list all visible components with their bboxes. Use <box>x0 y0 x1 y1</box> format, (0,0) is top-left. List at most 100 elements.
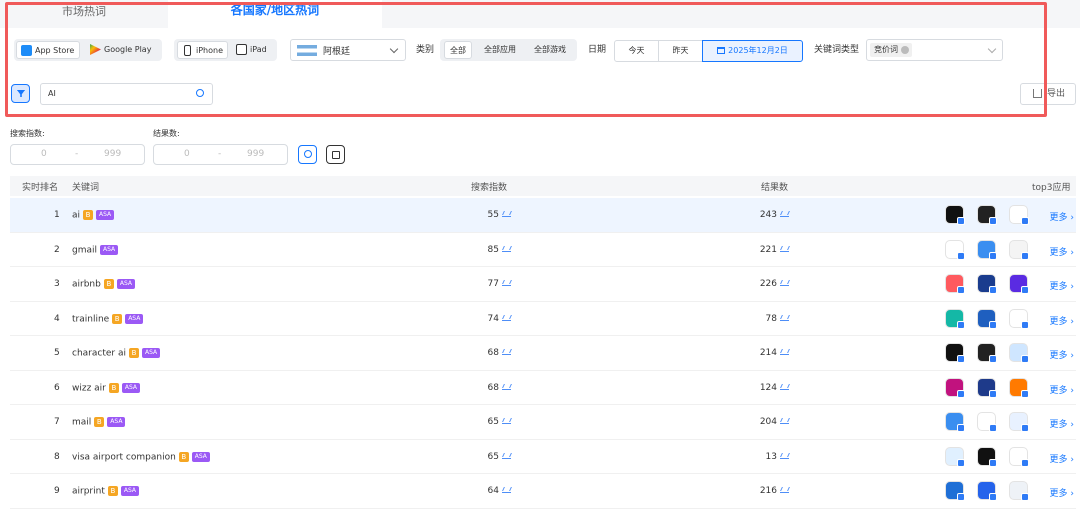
category-all-games-button[interactable]: 全部游戏 <box>528 41 572 59</box>
table-row[interactable]: 2 gmail ASA 85 221 更多 › <box>10 233 1076 267</box>
results-range[interactable]: 0 - 999 <box>153 144 288 165</box>
app-icon[interactable] <box>977 239 997 260</box>
tab-market-hotwords[interactable]: 市场热词 <box>0 0 168 28</box>
app-icon[interactable] <box>1009 412 1029 432</box>
more-link[interactable]: 更多 › <box>1050 486 1074 499</box>
iphone-button[interactable]: iPhone <box>177 41 228 59</box>
more-link[interactable]: 更多 › <box>1050 210 1074 223</box>
trend-chart-icon[interactable] <box>502 279 511 286</box>
keyword-cell[interactable]: airbnb B ASA <box>72 279 135 290</box>
more-link[interactable]: 更多 › <box>1050 314 1074 327</box>
yesterday-button[interactable]: 昨天 <box>658 40 703 62</box>
filter-toggle-button[interactable] <box>11 84 30 103</box>
trend-chart-icon[interactable] <box>502 486 511 493</box>
category-all-apps-button[interactable]: 全部应用 <box>478 41 522 59</box>
google-play-button[interactable]: Google Play <box>86 41 160 59</box>
app-icon[interactable] <box>1009 446 1029 467</box>
search-index-range[interactable]: 0 - 999 <box>10 144 145 165</box>
app-icon[interactable] <box>977 274 997 294</box>
country-select[interactable]: 阿根廷 <box>290 39 406 61</box>
keyword-cell[interactable]: gmail ASA <box>72 244 119 255</box>
app-store-badge-icon <box>1021 493 1029 501</box>
app-icon[interactable] <box>945 274 965 294</box>
app-icon[interactable] <box>977 412 997 432</box>
app-icon[interactable] <box>945 239 965 260</box>
trend-chart-icon[interactable] <box>780 383 789 390</box>
trend-chart-icon[interactable] <box>502 383 511 390</box>
keyword-cell[interactable]: trainline B ASA <box>72 313 144 324</box>
app-icon[interactable] <box>945 377 965 398</box>
app-icon[interactable] <box>977 481 997 501</box>
range-dash: - <box>75 149 79 159</box>
trend-chart-icon[interactable] <box>780 417 789 424</box>
export-button[interactable]: 导出 <box>1020 83 1076 105</box>
table-row[interactable]: 6 wizz air B ASA 68 124 更多 › <box>10 371 1076 405</box>
table-row[interactable]: 9 airprint B ASA 64 216 更多 › <box>10 474 1076 509</box>
more-link[interactable]: 更多 › <box>1050 279 1074 292</box>
today-button[interactable]: 今天 <box>614 40 659 62</box>
app-icon[interactable] <box>977 343 997 363</box>
app-icon[interactable] <box>945 308 965 329</box>
app-icon[interactable] <box>945 481 965 501</box>
range-search-button[interactable] <box>298 145 317 164</box>
trend-chart-icon[interactable] <box>780 452 789 459</box>
trend-chart-icon[interactable] <box>780 348 789 355</box>
trend-chart-icon[interactable] <box>780 210 789 217</box>
header-top3: top3应用 <box>1032 183 1071 193</box>
more-link[interactable]: 更多 › <box>1050 383 1074 396</box>
search-icon[interactable] <box>196 89 204 97</box>
app-icon[interactable] <box>1009 205 1029 225</box>
tag-close-icon[interactable] <box>901 46 909 54</box>
keyword-cell[interactable]: mail B ASA <box>72 417 126 428</box>
app-store-badge-icon <box>1021 251 1029 260</box>
trend-chart-icon[interactable] <box>502 348 511 355</box>
keyword-cell[interactable]: wizz air B ASA <box>72 382 141 393</box>
keyword-cell[interactable]: airprint B ASA <box>72 486 140 497</box>
more-link[interactable]: 更多 › <box>1050 348 1074 361</box>
table-row[interactable]: 3 airbnb B ASA 77 226 更多 › <box>10 267 1076 302</box>
app-icon[interactable] <box>977 446 997 467</box>
trend-chart-icon[interactable] <box>502 210 511 217</box>
category-all-button[interactable]: 全部 <box>444 41 472 59</box>
rank-cell: 7 <box>54 417 60 427</box>
app-icon[interactable] <box>977 377 997 398</box>
keyword-cell[interactable]: visa airport companion B ASA <box>72 451 210 462</box>
trend-chart-icon[interactable] <box>780 314 789 321</box>
app-icon[interactable] <box>977 205 997 225</box>
app-icon[interactable] <box>1009 308 1029 329</box>
trend-chart-icon[interactable] <box>502 417 511 424</box>
app-icon[interactable] <box>945 446 965 467</box>
trend-chart-icon[interactable] <box>780 486 789 493</box>
trend-chart-icon[interactable] <box>780 245 789 252</box>
keyword-cell[interactable]: character ai B ASA <box>72 348 161 359</box>
tab-country-hotwords[interactable]: 各国家/地区热词 <box>168 0 382 28</box>
keyword-type-select[interactable]: 竞价词 <box>866 39 1003 61</box>
app-store-button[interactable]: App Store <box>16 41 80 59</box>
table-row[interactable]: 4 trainline B ASA 74 78 更多 › <box>10 302 1076 336</box>
app-icon[interactable] <box>1009 481 1029 501</box>
app-icon[interactable] <box>1009 274 1029 294</box>
table-row[interactable]: 8 visa airport companion B ASA 65 13 更多 › <box>10 440 1076 474</box>
app-icon[interactable] <box>1009 239 1029 260</box>
app-icon[interactable] <box>1009 377 1029 398</box>
more-link[interactable]: 更多 › <box>1050 452 1074 465</box>
more-link[interactable]: 更多 › <box>1050 417 1074 430</box>
app-icon[interactable] <box>945 412 965 432</box>
trend-chart-icon[interactable] <box>502 245 511 252</box>
ipad-button[interactable]: iPad <box>232 41 274 59</box>
trend-chart-icon[interactable] <box>780 279 789 286</box>
keyword-cell[interactable]: ai B ASA <box>72 210 115 221</box>
range-clear-button[interactable] <box>326 145 345 164</box>
app-icon[interactable] <box>977 308 997 329</box>
more-link[interactable]: 更多 › <box>1050 245 1074 258</box>
app-icon[interactable] <box>945 343 965 363</box>
trend-chart-icon[interactable] <box>502 452 511 459</box>
table-row[interactable]: 7 mail B ASA 65 204 更多 › <box>10 405 1076 440</box>
table-row[interactable]: 1 ai B ASA 55 243 更多 › <box>10 198 1076 233</box>
app-icon[interactable] <box>1009 343 1029 363</box>
table-row[interactable]: 5 character ai B ASA 68 214 更多 › <box>10 336 1076 371</box>
trend-chart-icon[interactable] <box>502 314 511 321</box>
keyword-search-input[interactable]: AI <box>40 83 213 105</box>
app-icon[interactable] <box>945 205 965 225</box>
date-picker-button[interactable]: 2025年12月2日 <box>702 40 803 62</box>
